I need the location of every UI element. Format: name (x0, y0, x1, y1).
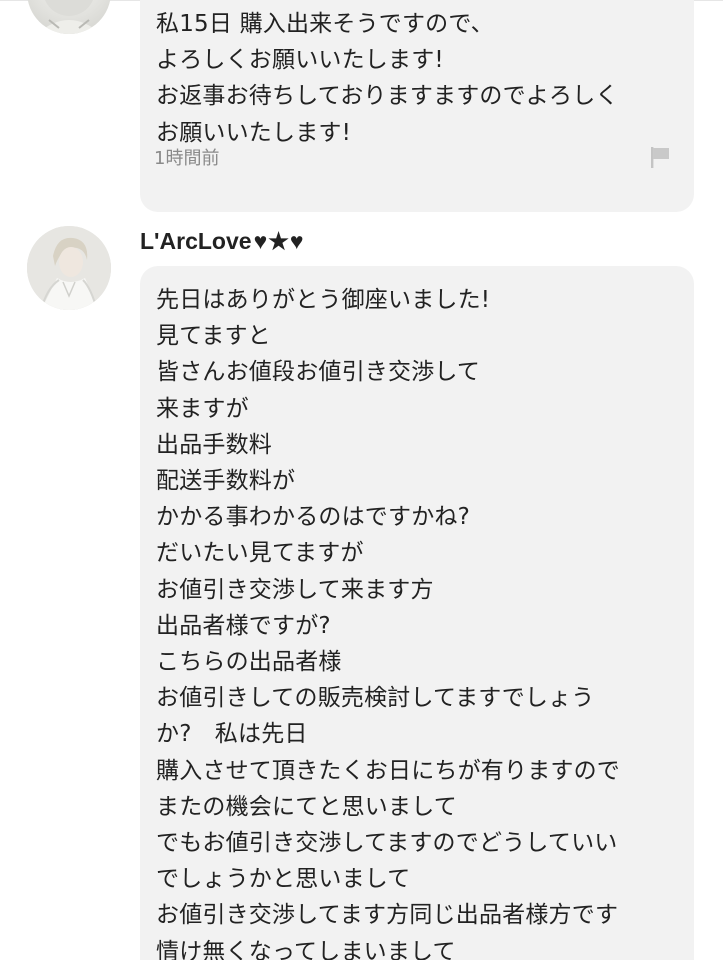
comment-text-line: でしょうかと思いまして (156, 866, 411, 893)
comment-text-line: お願いいたします! (156, 119, 352, 146)
comment-text-line: 出品者様ですが? (156, 612, 331, 639)
comment-text-line: 情け無くなってしまいまして (156, 938, 456, 960)
comment-text-line: でもお値引き交渉してますのでどうしていい (156, 830, 618, 857)
comment-text-line: よろしくお願いいたします! (156, 47, 444, 74)
comment-text-line: お値引きしての販売検討してますでしょう (156, 685, 595, 712)
comment-text-line: お値引き交渉してます方同じ出品者様方です (156, 902, 619, 929)
comment-text-line: 皆さんお値段お値引き交渉して (156, 359, 481, 386)
comment-text-line: 出品手数料 (156, 431, 272, 458)
comment-bubble: 私15日 購入出来そうですので、 よろしくお願いいたします! お返事お待ちしてお… (140, 0, 694, 212)
comment-text-line: 購入させて頂きたくお日にちが有りますので (156, 757, 620, 784)
username-symbols: ♥★♥ (253, 228, 305, 254)
avatar-photo (37, 0, 101, 34)
comment-timestamp: 1時間前 (154, 148, 220, 169)
comment-text-line: かかる事わかるのはですかね? (156, 504, 471, 531)
comment-text-line: こちらの出品者様 (156, 649, 342, 676)
comment-bubble: 先日はありがとう御座いました! 見てますと 皆さんお値段お値引き交渉して 来ます… (140, 266, 694, 960)
comment-text-line: 先日はありがとう御座いました! (156, 287, 491, 313)
comment-text-line: だいたい見てますが (156, 540, 364, 567)
comment-text-line: 私15日 購入出来そうですので、 (156, 11, 494, 37)
avatar-photo (27, 226, 111, 310)
avatar[interactable] (27, 0, 111, 34)
comment-text-line: お値引き交渉して来ます方 (156, 576, 434, 603)
username-text: L'ArcLove (140, 228, 252, 254)
comment-text-line: 配送手数料が (156, 468, 296, 495)
comment-text-line: またの機会にてと思いまして (156, 793, 457, 820)
comment-text-line: お返事お待ちしておりますますのでよろしく (156, 83, 619, 110)
comment-thread: 私15日 購入出来そうですので、 よろしくお願いいたします! お返事お待ちしてお… (0, 0, 723, 960)
comment-text-line: 見てますと (156, 323, 271, 350)
flag-icon[interactable] (650, 146, 670, 168)
avatar[interactable] (27, 226, 111, 310)
comment-text-line: 来ますが (156, 395, 249, 422)
comment-text-line: か? 私は先日 (156, 721, 308, 748)
comment-author[interactable]: L'ArcLove ♥★♥ (140, 228, 305, 255)
